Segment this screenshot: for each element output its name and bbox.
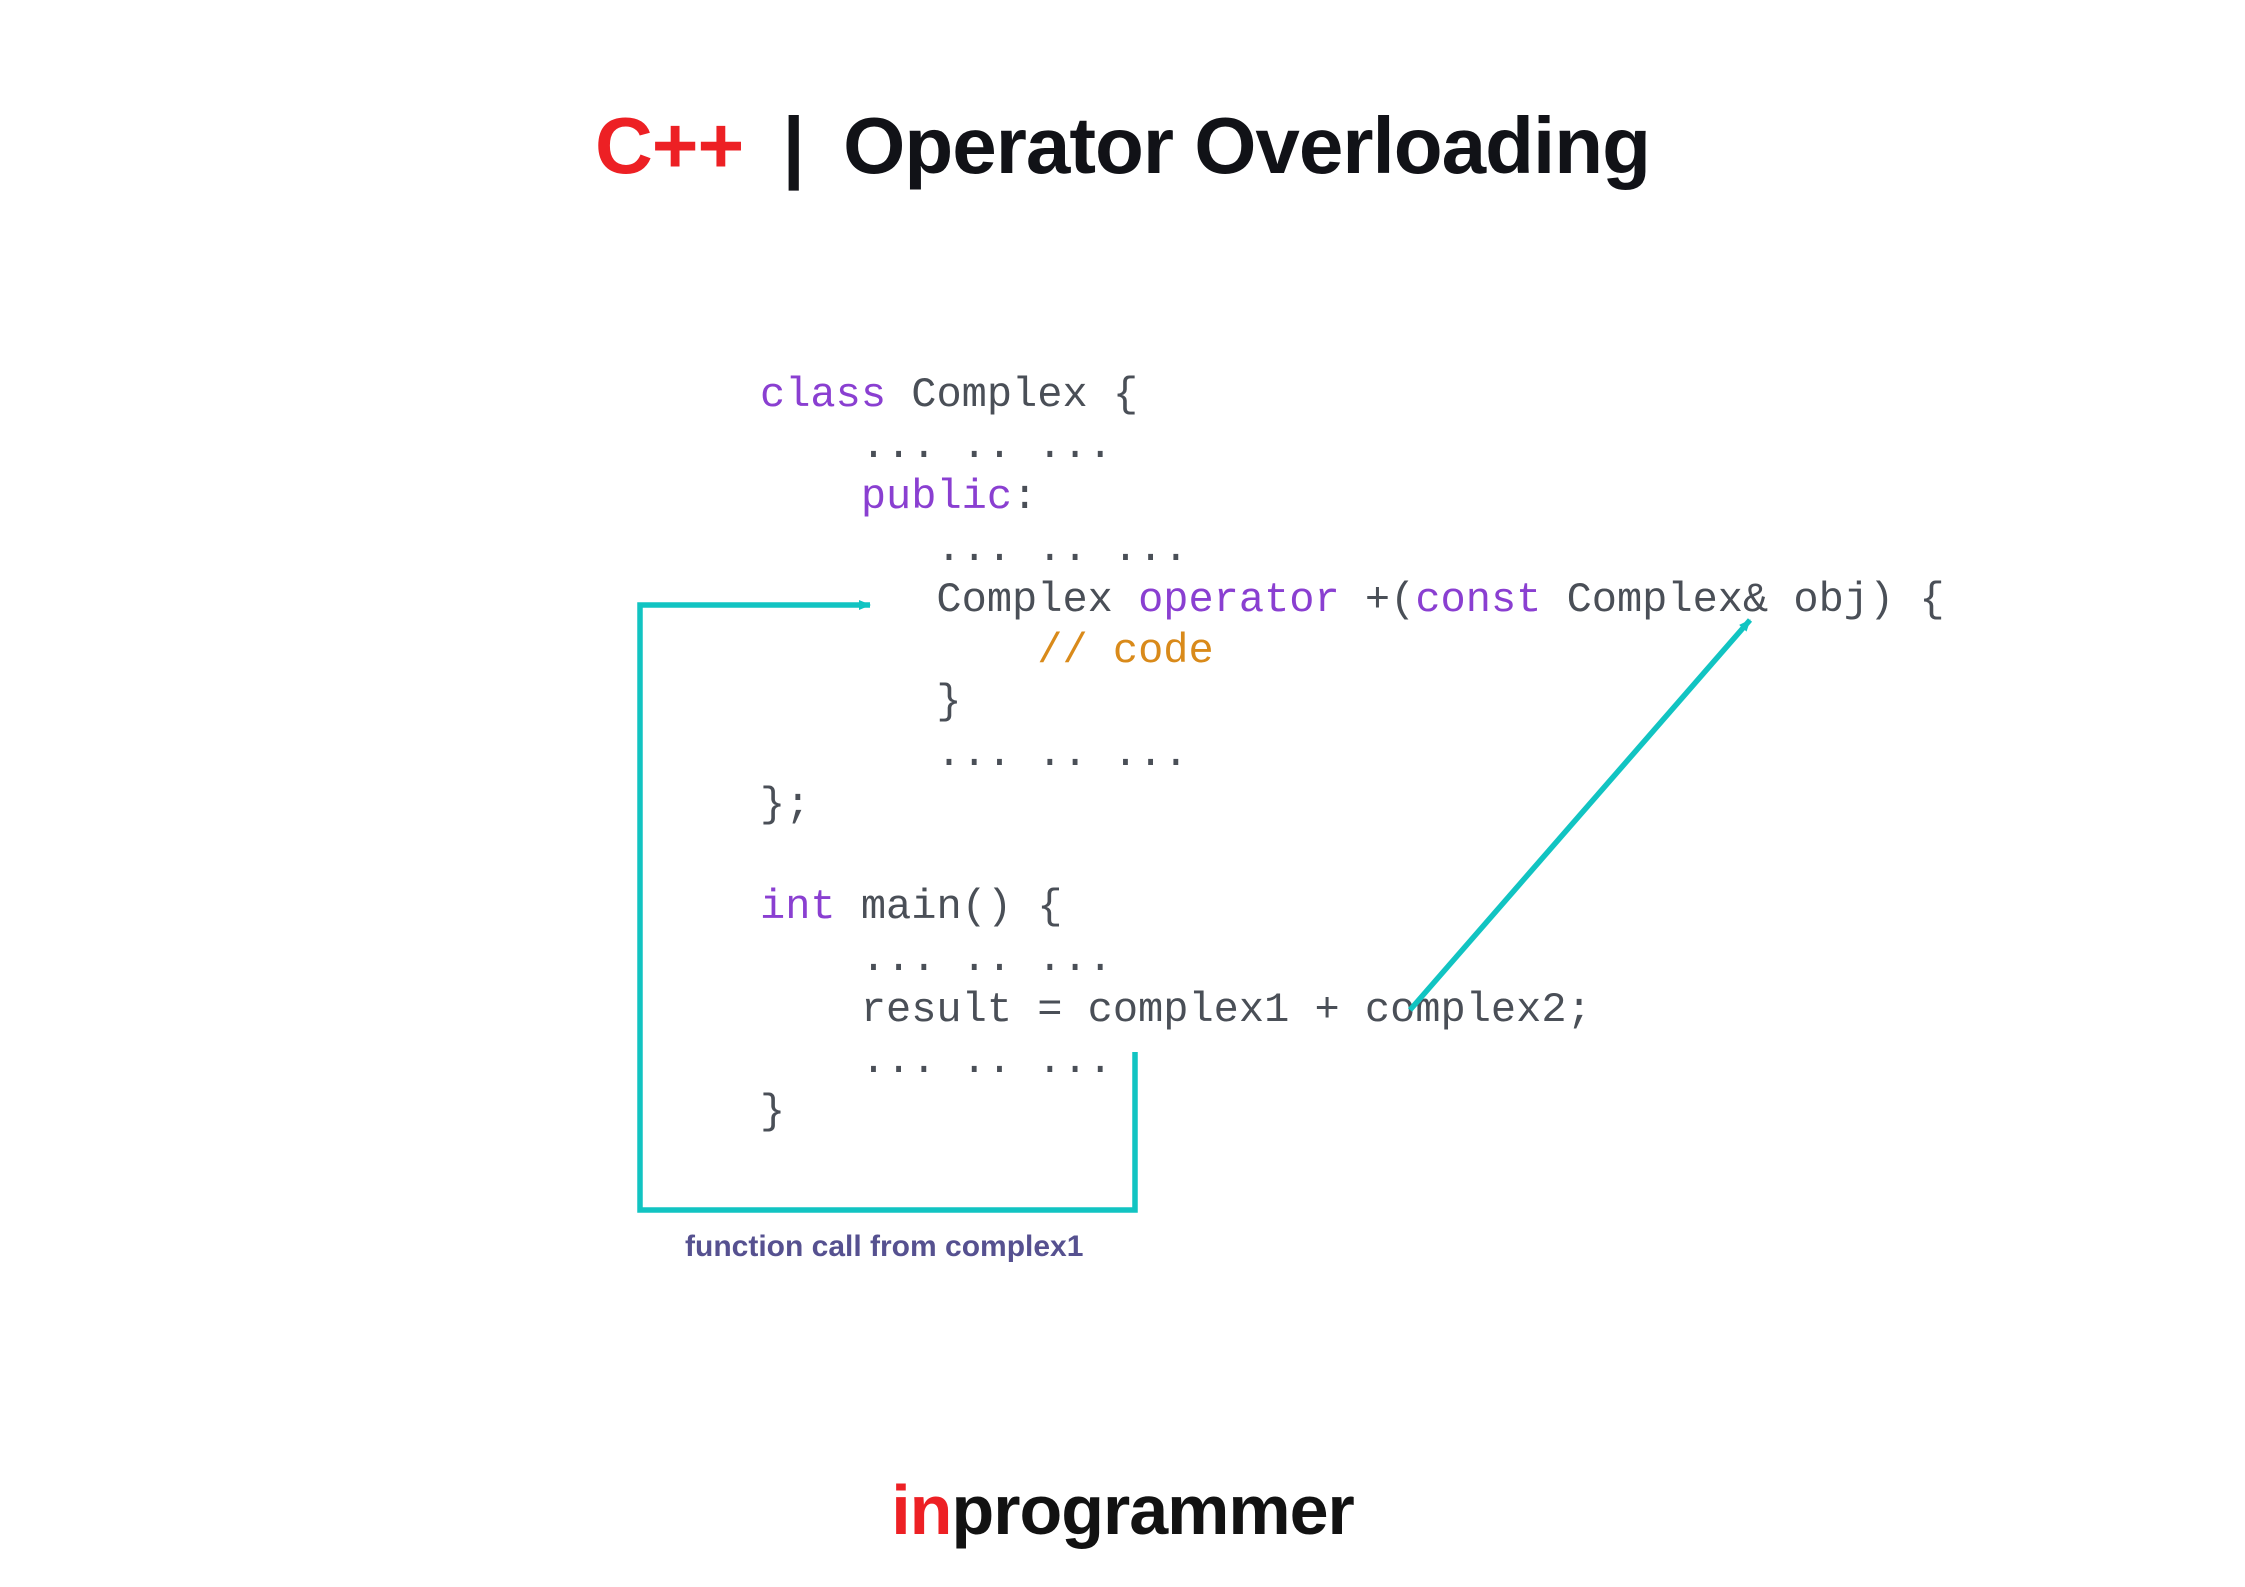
- code-token: main() {: [836, 883, 1063, 931]
- code-line: int main() {: [760, 882, 1945, 933]
- code-line: public:: [760, 472, 1945, 523]
- code-token: ... .. ...: [760, 422, 1113, 470]
- code-token: class: [760, 371, 886, 419]
- code-token: int: [760, 883, 836, 931]
- code-line: [760, 831, 1945, 882]
- code-token: [760, 832, 785, 880]
- code-line: Complex operator +(const Complex& obj) {: [760, 575, 1945, 626]
- code-line: // code: [760, 626, 1945, 677]
- code-token: const: [1415, 576, 1541, 624]
- code-line: }: [760, 677, 1945, 728]
- code-snippet: class Complex { ... .. ... public: ... .…: [760, 370, 1945, 1139]
- code-line: result = complex1 + complex2;: [760, 985, 1945, 1036]
- code-token: }: [760, 678, 962, 726]
- code-token: };: [760, 781, 810, 829]
- footer-logo: inprogrammer: [0, 1470, 2245, 1550]
- code-token: ... .. ...: [760, 935, 1113, 983]
- code-token: ... .. ...: [760, 730, 1188, 778]
- code-token: operator: [1138, 576, 1340, 624]
- code-token: public: [861, 473, 1012, 521]
- code-token: }: [760, 1088, 785, 1136]
- annotation-caption: function call from complex1: [685, 1230, 1083, 1264]
- code-line: ... .. ...: [760, 524, 1945, 575]
- code-token: result = complex1 + complex2;: [760, 986, 1592, 1034]
- code-line: ... .. ...: [760, 934, 1945, 985]
- code-line: class Complex {: [760, 370, 1945, 421]
- code-token: :: [1012, 473, 1037, 521]
- code-token: [760, 627, 1037, 675]
- code-token: ... .. ...: [760, 525, 1188, 573]
- code-token: Complex {: [886, 371, 1138, 419]
- code-token: Complex: [760, 576, 1138, 624]
- title-prefix: C++: [595, 101, 743, 190]
- code-token: Complex& obj) {: [1541, 576, 1944, 624]
- code-token: +(: [1340, 576, 1416, 624]
- footer-prefix: in: [891, 1471, 951, 1549]
- page-title: C++ | Operator Overloading: [0, 100, 2245, 192]
- title-separator: |: [782, 101, 803, 190]
- code-token: ... .. ...: [760, 1037, 1113, 1085]
- code-line: };: [760, 780, 1945, 831]
- title-main: Operator Overloading: [843, 101, 1650, 190]
- code-line: ... .. ...: [760, 1036, 1945, 1087]
- code-line: ... .. ...: [760, 421, 1945, 472]
- code-line: }: [760, 1087, 1945, 1138]
- footer-rest: programmer: [951, 1471, 1353, 1549]
- code-token: // code: [1037, 627, 1213, 675]
- code-token: [760, 473, 861, 521]
- code-line: ... .. ...: [760, 729, 1945, 780]
